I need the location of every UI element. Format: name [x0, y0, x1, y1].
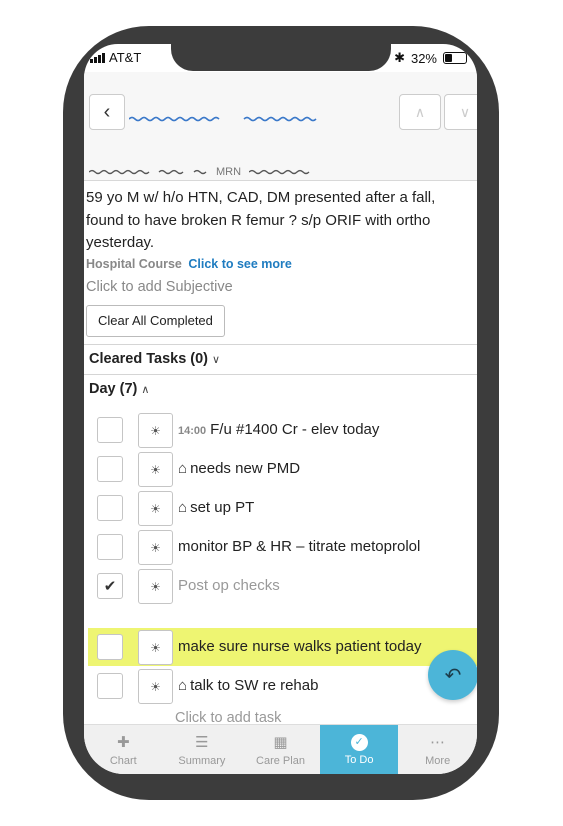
task-text[interactable]: ⌂ needs new PMD	[178, 460, 300, 477]
task-schedule-button[interactable]: ☀	[138, 530, 173, 565]
tab-label: Care Plan	[256, 754, 305, 767]
task-label: set up PT	[190, 499, 255, 516]
task-text[interactable]: 14:00 F/u #1400 Cr - elev today	[178, 421, 379, 438]
task-row: ☀ ⌂ talk to SW re rehab	[84, 667, 477, 705]
chevron-down-icon: ∨	[212, 354, 221, 366]
chevron-up-icon: ∧	[414, 103, 426, 120]
redacted-mrn	[249, 169, 310, 175]
tab-label: To Do	[344, 754, 374, 766]
task-checkbox[interactable]: ✔	[97, 573, 123, 599]
checkmark-icon: ✔	[103, 578, 117, 595]
task-schedule-button[interactable]: ☀	[138, 413, 173, 448]
task-schedule-button[interactable]: ☀	[138, 569, 173, 604]
task-text[interactable]: ⌂ talk to SW re rehab	[178, 677, 318, 694]
redacted-patient-name	[129, 116, 317, 122]
task-label: Post op checks	[178, 577, 280, 594]
tab-summary[interactable]: ☰ Summary	[163, 725, 242, 774]
briefcase-medical-icon: ✚	[117, 733, 130, 751]
task-checkbox[interactable]	[97, 634, 123, 660]
home-icon: ⌂	[178, 499, 188, 516]
reply-icon: ↶	[444, 664, 462, 687]
sun-icon: ☀	[150, 579, 161, 594]
sun-icon: ☀	[150, 462, 161, 477]
task-checkbox[interactable]	[97, 673, 123, 699]
task-schedule-button[interactable]: ☀	[138, 452, 173, 487]
bluetooth-icon: ✱	[394, 50, 405, 65]
task-row: ☀ 14:00 F/u #1400 Cr - elev today	[84, 411, 477, 449]
task-checkbox[interactable]	[97, 417, 123, 443]
subjective-placeholder[interactable]: Click to add Subjective	[86, 279, 233, 295]
redacted-patient-details	[89, 169, 207, 175]
day-section-toggle[interactable]: Day (7) ∧	[89, 381, 149, 397]
carrier-label: AT&T	[109, 50, 142, 65]
task-row: ☀ ⌂ set up PT	[84, 489, 477, 527]
reply-fab-button[interactable]: ↶	[428, 650, 477, 700]
tab-label: More	[425, 754, 451, 767]
task-row: ☀ ⌂ needs new PMD	[84, 450, 477, 488]
hospital-course-label: Hospital Course	[86, 257, 182, 271]
patient-summary: 59 yo M w/ h/o HTN, CAD, DM presented af…	[86, 189, 436, 251]
task-label: needs new PMD	[190, 460, 301, 477]
patient-header: ‹ MRN ∧ ∨	[84, 72, 477, 181]
cleared-tasks-toggle[interactable]: Cleared Tasks (0) ∨	[89, 351, 220, 367]
battery-percent: 32%	[410, 50, 437, 66]
cleared-tasks-label: Cleared Tasks (0)	[89, 351, 209, 367]
task-schedule-button[interactable]: ☀	[138, 669, 173, 704]
task-text[interactable]: Post op checks	[178, 577, 280, 594]
task-checkbox[interactable]	[97, 495, 123, 521]
check-circle-icon: ✓	[350, 734, 368, 751]
tab-chart[interactable]: ✚ Chart	[84, 725, 163, 774]
task-row: ☀ make sure nurse walks patient today	[88, 628, 477, 666]
hospital-course: Hospital Course Click to see more	[86, 257, 292, 271]
status-right: ✱ 32%	[394, 50, 467, 66]
calendar-icon: ▦	[273, 733, 288, 751]
document-icon: ☰	[195, 733, 209, 751]
divider	[84, 374, 477, 375]
chevron-up-icon: ∧	[141, 384, 150, 396]
task-time: 14:00	[178, 425, 207, 437]
day-section-label: Day (7)	[89, 381, 138, 397]
task-schedule-button[interactable]: ☀	[138, 491, 173, 526]
home-icon: ⌂	[178, 460, 188, 477]
task-label: talk to SW re rehab	[190, 677, 319, 694]
previous-patient-button[interactable]: ∧	[399, 94, 441, 130]
next-patient-button[interactable]: ∨	[444, 94, 477, 130]
task-schedule-button[interactable]: ☀	[138, 630, 173, 665]
sun-icon: ☀	[150, 540, 161, 555]
bottom-tab-bar: ✚ Chart ☰ Summary ▦ Care Plan ✓ To Do ⋯ More	[84, 724, 477, 774]
task-label: F/u #1400 Cr - elev today	[210, 421, 380, 438]
signal-icon	[90, 52, 105, 63]
chevron-down-icon: ∨	[459, 103, 471, 120]
tab-to-do[interactable]: ✓ To Do	[319, 725, 399, 774]
tab-more[interactable]: ⋯ More	[398, 725, 477, 774]
task-row: ☀ monitor BP & HR – titrate metoprolol	[84, 528, 477, 566]
task-text[interactable]: make sure nurse walks patient today	[178, 638, 421, 655]
sun-icon: ☀	[150, 501, 161, 516]
clear-all-completed-button[interactable]: Clear All Completed	[86, 305, 225, 337]
mrn-label: MRN	[216, 166, 242, 178]
carrier: AT&T	[90, 50, 141, 65]
battery-icon	[443, 52, 467, 64]
hospital-course-link[interactable]: Click to see more	[188, 257, 292, 271]
task-checkbox[interactable]	[97, 456, 123, 482]
back-button[interactable]: ‹	[89, 94, 125, 130]
sun-icon: ☀	[150, 679, 161, 694]
tab-label: Summary	[178, 754, 226, 767]
sun-icon: ☀	[150, 640, 161, 655]
tab-care-plan[interactable]: ▦ Care Plan	[241, 725, 320, 774]
task-row: ✔ ☀ Post op checks	[84, 567, 477, 605]
task-label: monitor BP & HR – titrate metoprolol	[178, 538, 421, 555]
chevron-left-icon: ‹	[103, 100, 111, 123]
home-icon: ⌂	[178, 677, 188, 694]
tab-label: Chart	[109, 754, 137, 767]
task-text[interactable]: ⌂ set up PT	[178, 499, 254, 516]
ellipsis-icon: ⋯	[430, 733, 446, 751]
sun-icon: ☀	[150, 423, 161, 438]
task-label: make sure nurse walks patient today	[178, 638, 422, 655]
phone-screen: AT&T ✱ 32% ‹ MRN ∧ ∨ 59 yo M w/ h/o HTN,…	[84, 44, 477, 774]
divider	[84, 344, 477, 345]
task-text[interactable]: monitor BP & HR – titrate metoprolol	[178, 538, 420, 555]
task-checkbox[interactable]	[97, 534, 123, 560]
phone-notch	[171, 44, 391, 71]
